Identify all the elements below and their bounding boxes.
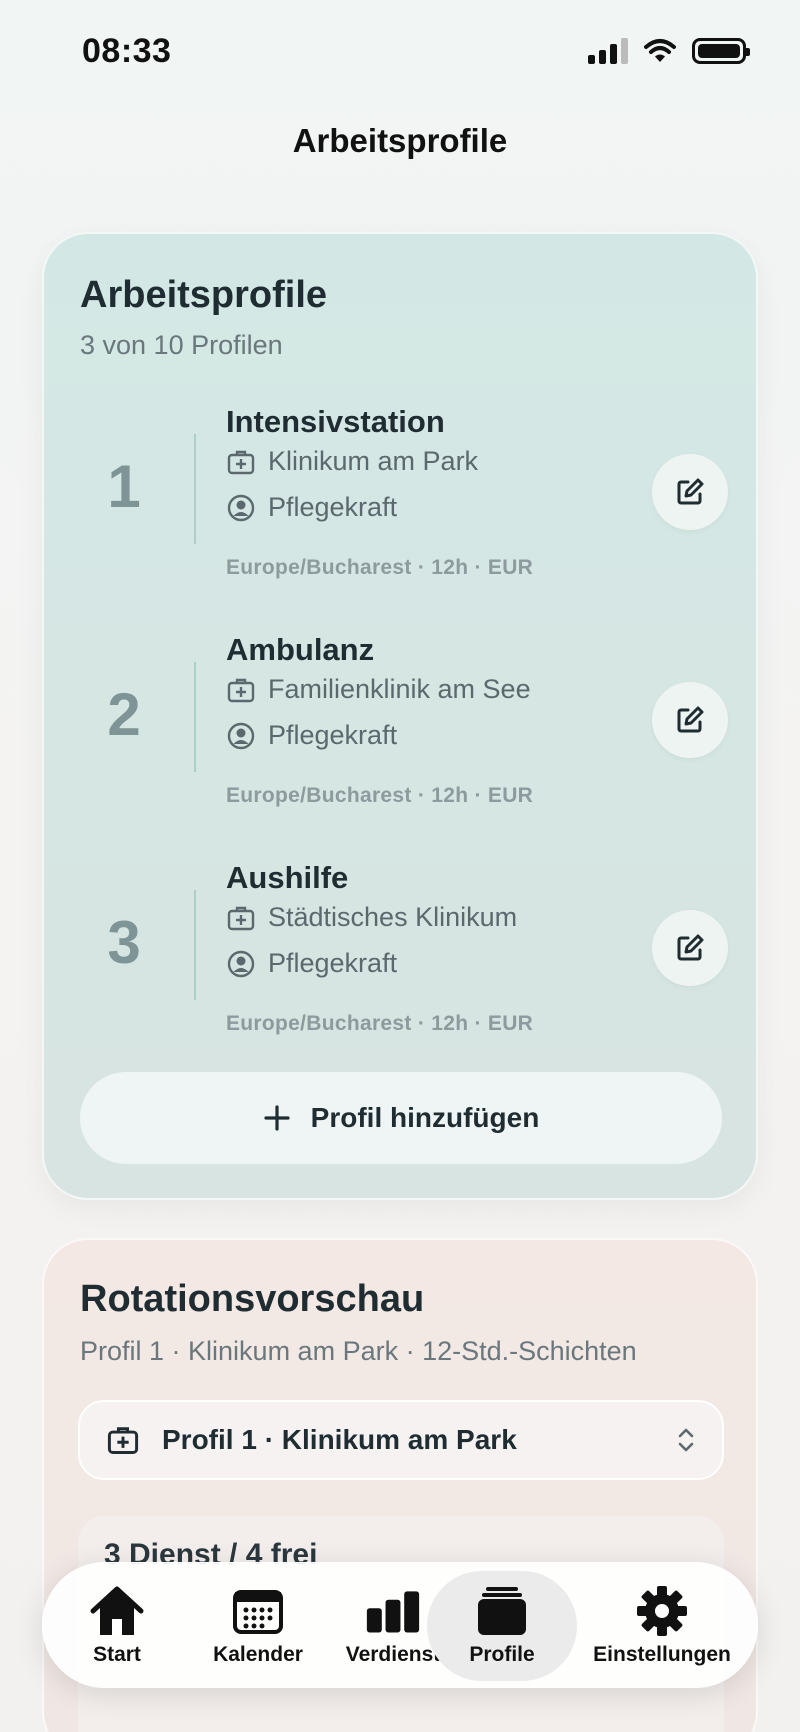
- gear-icon: [637, 1586, 687, 1636]
- tab-profile[interactable]: Profile: [427, 1571, 577, 1681]
- profile-select-value: Profil 1 · Klinikum am Park: [162, 1424, 517, 1455]
- profile-number: 1: [107, 453, 141, 520]
- edit-icon: [677, 478, 704, 505]
- person-circle-icon: [227, 722, 255, 749]
- rotation-card-subtitle: Profil 1 · Klinikum am Park · 12-Std.-Sc…: [80, 1336, 637, 1366]
- add-profile-button[interactable]: Profil hinzufügen: [80, 1072, 722, 1164]
- tab-label: Verdienst: [345, 1643, 441, 1666]
- wifi-icon: [644, 39, 676, 62]
- profile-clinic: Klinikum am Park: [268, 446, 479, 476]
- profile-role-row: Pflegekraft: [226, 720, 397, 751]
- profile-role-row: Pflegekraft: [226, 492, 397, 523]
- profile-role: Pflegekraft: [268, 720, 398, 750]
- profile-select[interactable]: Profil 1 · Klinikum am Park: [78, 1400, 724, 1480]
- profile-clinic: Städtisches Klinikum: [268, 902, 518, 932]
- profile-role: Pflegekraft: [268, 948, 398, 978]
- profile-role-row: Pflegekraft: [226, 948, 397, 979]
- tab-start[interactable]: Start: [57, 1571, 177, 1681]
- medical-bag-icon: [227, 678, 255, 702]
- profile-item[interactable]: 1 Intensivstation Klinikum am Park Pfleg…: [44, 404, 760, 604]
- chevron-up-down-icon: [678, 1428, 694, 1452]
- bar-chart-icon: [366, 1591, 420, 1633]
- edit-icon: [677, 934, 704, 961]
- tab-kalender[interactable]: Kalender: [193, 1571, 323, 1681]
- profiles-card-subtitle: 3 von 10 Profilen: [80, 330, 283, 360]
- battery-icon: [692, 38, 750, 64]
- tab-label: Profile: [469, 1643, 535, 1666]
- profile-meta: Europe/Bucharest · 12h · EUR: [226, 556, 534, 579]
- profile-clinic-row: Städtisches Klinikum: [226, 902, 517, 933]
- profile-name: Intensivstation: [226, 404, 445, 439]
- profile-number: 2: [107, 681, 141, 748]
- tab-bar: Start Kalender Verdienst Profile Einstel…: [42, 1562, 758, 1688]
- status-icons: [588, 38, 750, 64]
- profiles-card: Arbeitsprofile 3 von 10 Profilen 1 Inten…: [42, 232, 758, 1200]
- tab-label: Einstellungen: [593, 1643, 731, 1666]
- medical-bag-icon: [107, 1427, 139, 1454]
- profile-name: Aushilfe: [226, 860, 349, 895]
- profile-role: Pflegekraft: [268, 492, 398, 522]
- stack-icon: [478, 1587, 526, 1635]
- profile-item[interactable]: 3 Aushilfe Städtisches Klinikum Pflegekr…: [44, 860, 760, 1060]
- divider: [194, 662, 196, 772]
- page-title: Arbeitsprofile: [292, 122, 508, 159]
- tab-label: Kalender: [213, 1643, 303, 1666]
- add-profile-label: Profil hinzufügen: [310, 1102, 540, 1133]
- status-bar: 08:33: [0, 0, 800, 100]
- profile-number: 3: [107, 909, 141, 976]
- rotation-card-title: Rotationsvorschau: [80, 1278, 425, 1320]
- profile-clinic: Familienklinik am See: [268, 674, 531, 704]
- profile-meta: Europe/Bucharest · 12h · EUR: [226, 1012, 534, 1035]
- profiles-card-title: Arbeitsprofile: [80, 274, 328, 316]
- house-icon: [90, 1586, 144, 1635]
- tab-label: Start: [93, 1643, 141, 1666]
- edit-profile-button[interactable]: [652, 910, 728, 986]
- medical-bag-icon: [227, 450, 255, 474]
- calendar-icon: [233, 1590, 283, 1634]
- tab-einstellungen[interactable]: Einstellungen: [579, 1571, 745, 1681]
- edit-icon: [677, 706, 704, 733]
- profile-item[interactable]: 2 Ambulanz Familienklinik am See Pflegek…: [44, 632, 760, 832]
- profile-meta: Europe/Bucharest · 12h · EUR: [226, 784, 534, 807]
- profile-clinic-row: Familienklinik am See: [226, 674, 531, 705]
- profile-clinic-row: Klinikum am Park: [226, 446, 478, 477]
- person-circle-icon: [227, 950, 255, 977]
- divider: [194, 434, 196, 544]
- edit-profile-button[interactable]: [652, 454, 728, 530]
- status-time: 08:33: [82, 32, 172, 70]
- profile-name: Ambulanz: [226, 632, 375, 667]
- edit-profile-button[interactable]: [652, 682, 728, 758]
- plus-icon: [264, 1105, 290, 1131]
- divider: [194, 890, 196, 1000]
- person-circle-icon: [227, 494, 255, 521]
- cellular-signal-icon: [588, 38, 628, 64]
- medical-bag-icon: [227, 906, 255, 930]
